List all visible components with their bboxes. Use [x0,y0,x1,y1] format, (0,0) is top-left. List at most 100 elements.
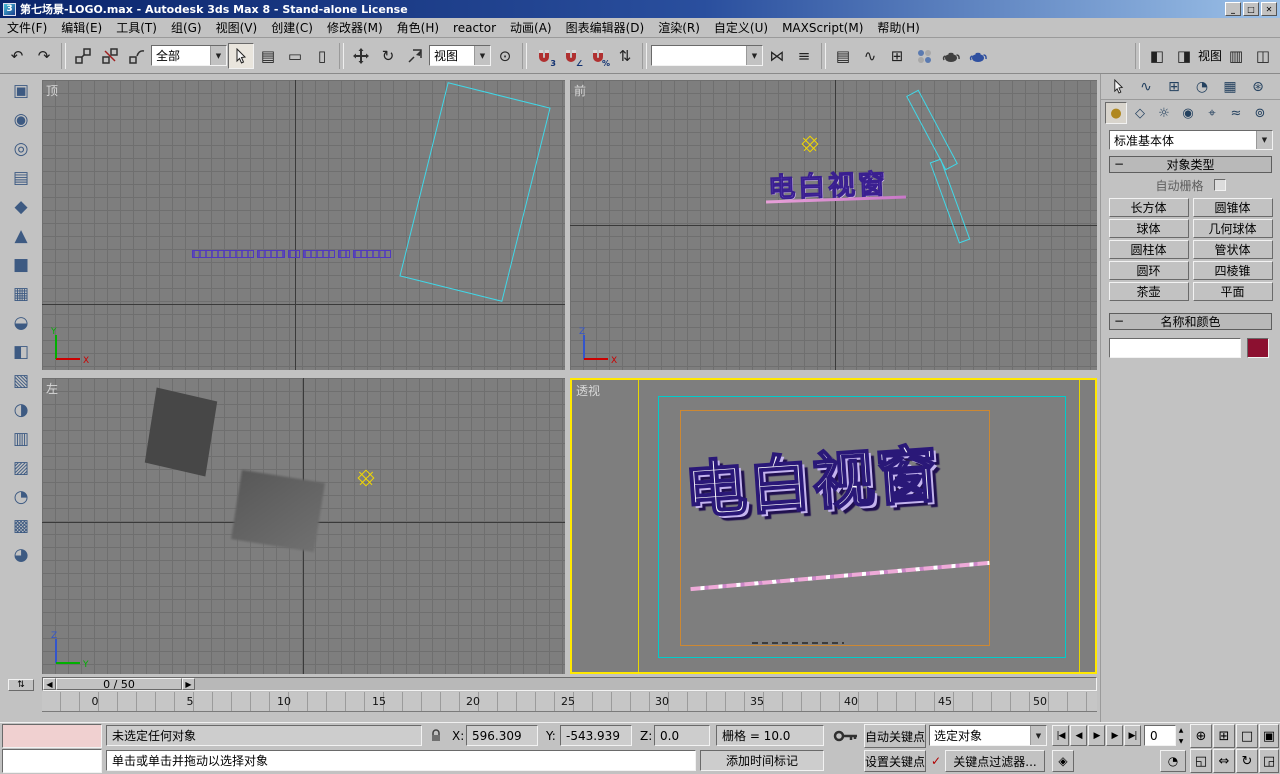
tab-display[interactable]: ▦ [1217,76,1243,98]
left-tool-button[interactable]: ◕ [8,542,34,567]
mirror-button[interactable]: ⋈ [764,43,790,69]
percent-snap-button[interactable]: % [585,43,611,69]
select-rotate-button[interactable]: ↻ [375,43,401,69]
add-time-tag[interactable]: 添加时间标记 [700,750,824,771]
left-tool-button[interactable]: ◒ [8,310,34,335]
object-name-input[interactable] [1109,338,1241,358]
previous-frame-arrow[interactable]: ◀ [43,678,56,690]
left-tool-button[interactable]: ▨ [8,455,34,480]
views-toolbar-icon-c[interactable]: ▥ [1223,43,1249,69]
menu-modifiers[interactable]: 修改器(M) [320,17,390,38]
maximize-button[interactable]: □ [1243,2,1259,16]
left-tool-button[interactable]: ▥ [8,426,34,451]
set-key-button[interactable]: 设置关键点 [864,750,926,772]
left-tool-button[interactable]: ▧ [8,368,34,393]
region-zoom-button[interactable]: ◱ [1190,749,1212,773]
zoom-extents-button[interactable]: □ [1236,724,1258,748]
menu-rendering[interactable]: 渲染(R) [651,17,707,38]
left-tool-button[interactable]: ▤ [8,165,34,190]
cone-button[interactable]: 圆锥体 [1193,198,1273,217]
viewport-top[interactable]: 顶 Y X [42,80,565,370]
previous-frame-button[interactable]: ◀ [1070,725,1087,746]
snap-toggle-3d-button[interactable]: 3 [531,43,557,69]
category-geometry[interactable]: ● [1105,102,1127,124]
close-button[interactable]: ✕ [1261,2,1277,16]
quick-render-button[interactable] [965,43,991,69]
select-by-name-button[interactable]: ▤ [255,43,281,69]
menu-views[interactable]: 视图(V) [209,17,265,38]
play-button[interactable]: ▶ [1088,725,1105,746]
menu-group[interactable]: 组(G) [164,17,209,38]
current-frame-field[interactable]: 0 [1144,725,1176,746]
category-lights[interactable]: ☼ [1153,102,1175,124]
menu-animation[interactable]: 动画(A) [503,17,559,38]
views-toolbar-icon-a[interactable]: ◧ [1144,43,1170,69]
views-toolbar-icon-b[interactable]: ◨ [1171,43,1197,69]
left-tool-button[interactable]: ■ [8,252,34,277]
category-systems[interactable]: ⊚ [1249,102,1271,124]
curve-editor-button[interactable]: ∿ [857,43,883,69]
selected-objects-dropdown[interactable]: 选定对象 ▼ [929,725,1047,746]
menu-customize[interactable]: 自定义(U) [707,17,775,38]
min-max-toggle-button[interactable]: ◲ [1259,749,1279,773]
selection-filter-dropdown[interactable]: 全部 ▼ [151,45,227,66]
go-to-end-button[interactable]: ▶| [1124,725,1141,746]
category-helpers[interactable]: ⌖ [1201,102,1223,124]
left-tool-button[interactable]: ◎ [8,136,34,161]
viewport-perspective[interactable]: 透视 电白视窗 [570,378,1097,674]
rollout-name-color[interactable]: − 名称和颜色 [1109,313,1272,330]
pan-button[interactable]: ⇔ [1213,749,1235,773]
x-coordinate-field[interactable]: 596.309 [466,725,538,746]
use-center-button[interactable]: ⊙ [492,43,518,69]
menu-graph-editors[interactable]: 图表编辑器(D) [559,17,652,38]
left-tool-button[interactable]: ▦ [8,281,34,306]
z-coordinate-field[interactable]: 0.0 [654,725,710,746]
object-color-swatch[interactable] [1247,338,1269,358]
y-coordinate-field[interactable]: -543.939 [560,725,632,746]
menu-edit[interactable]: 编辑(E) [54,17,109,38]
left-tool-button[interactable]: ◆ [8,194,34,219]
track-bar[interactable]: 0 5 10 15 20 25 30 35 40 45 50 [42,692,1097,712]
next-frame-button[interactable]: ▶ [1106,725,1123,746]
left-tool-button[interactable]: ▩ [8,513,34,538]
schematic-view-button[interactable]: ⊞ [884,43,910,69]
spinner-snap-button[interactable]: ⇅ [612,43,638,69]
open-minitrack-button[interactable]: ⇅ [8,679,34,691]
left-tool-button[interactable]: ◧ [8,339,34,364]
tab-utilities[interactable]: ⊛ [1245,76,1271,98]
rollout-object-type[interactable]: − 对象类型 [1109,156,1272,173]
category-shapes[interactable]: ◇ [1129,102,1151,124]
category-cameras[interactable]: ◉ [1177,102,1199,124]
maxscript-mini-listener-white[interactable] [2,749,102,773]
next-frame-arrow[interactable]: ▶ [182,678,195,690]
tab-create[interactable] [1105,76,1131,98]
time-configuration-button[interactable]: ◔ [1160,750,1186,772]
left-tool-button[interactable]: ▣ [8,78,34,103]
window-crossing-button[interactable]: ▯ [309,43,335,69]
menu-reactor[interactable]: reactor [446,19,503,37]
menu-tools[interactable]: 工具(T) [109,17,164,38]
menu-create[interactable]: 创建(C) [264,17,320,38]
maxscript-mini-listener-pink[interactable] [2,724,102,748]
viewport-left[interactable]: 左 Z Y [42,378,565,674]
rectangular-selection-button[interactable]: ▭ [282,43,308,69]
select-move-button[interactable] [348,43,374,69]
tab-modify[interactable]: ∿ [1133,76,1159,98]
autogrid-checkbox[interactable] [1214,179,1226,191]
geosphere-button[interactable]: 几何球体 [1193,219,1273,238]
reference-coordinate-dropdown[interactable]: 视图 ▼ [429,45,491,66]
minimize-button[interactable]: _ [1225,2,1241,16]
layer-manager-button[interactable]: ▤ [830,43,856,69]
menu-maxscript[interactable]: MAXScript(M) [775,19,870,37]
zoom-button[interactable]: ⊕ [1190,724,1212,748]
select-and-link-button[interactable] [70,43,96,69]
time-slider-handle[interactable]: 0 / 50 [56,678,182,690]
zoom-extents-all-button[interactable]: ▣ [1259,724,1279,748]
zoom-all-button[interactable]: ⊞ [1213,724,1235,748]
tab-hierarchy[interactable]: ⊞ [1161,76,1187,98]
go-to-start-button[interactable]: |◀ [1052,725,1069,746]
views-toolbar-icon-d[interactable]: ◫ [1250,43,1276,69]
named-selection-dropdown[interactable]: ▼ [651,45,763,66]
select-scale-button[interactable] [402,43,428,69]
key-filters-check[interactable]: ✓ [929,750,943,772]
